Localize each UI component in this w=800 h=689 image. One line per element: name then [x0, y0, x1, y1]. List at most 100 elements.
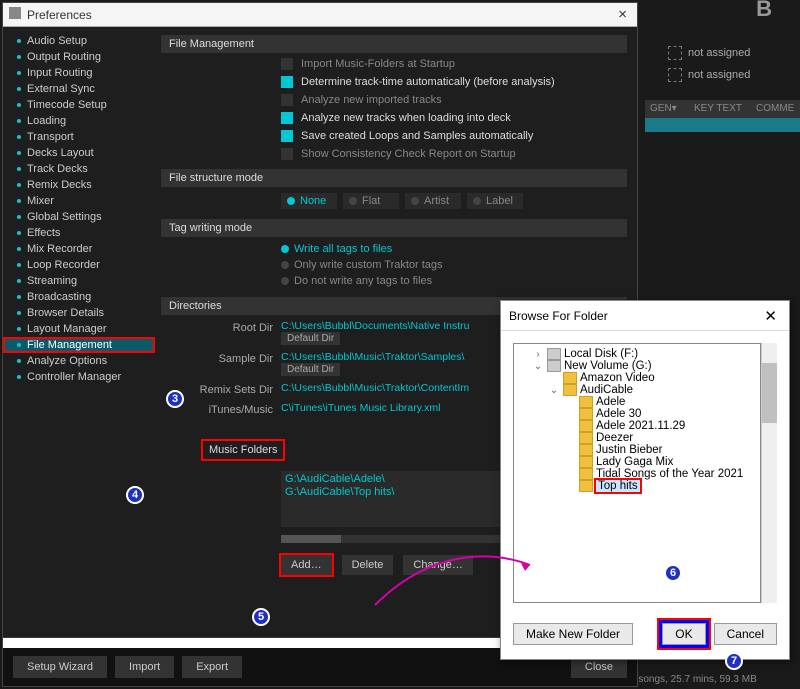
assign-slot-2-box[interactable]	[668, 68, 682, 82]
sample-dir-label: Sample Dir	[161, 351, 273, 365]
tree-item-amazon-video[interactable]: Amazon Video	[516, 372, 758, 384]
sidebar-item-track-decks[interactable]: Track Decks	[3, 161, 155, 177]
sidebar-item-global-settings[interactable]: Global Settings	[3, 209, 155, 225]
tree-item-local-disk-f[interactable]: ›Local Disk (F:)	[516, 348, 758, 360]
tree-item-adele-2021[interactable]: Adele 2021.11.29	[516, 420, 758, 432]
sidebar-item-audio-setup[interactable]: Audio Setup	[3, 33, 155, 49]
sidebar-item-decks-layout[interactable]: Decks Layout	[3, 145, 155, 161]
browse-titlebar[interactable]: Browse For Folder ✕	[501, 301, 789, 331]
sidebar-item-loop-recorder[interactable]: Loop Recorder	[3, 257, 155, 273]
folder-icon	[579, 468, 593, 480]
section-file-structure-mode: File structure mode	[161, 169, 627, 187]
chevron-right-icon[interactable]: ›	[532, 349, 544, 360]
fsm-label[interactable]: Label	[467, 193, 523, 209]
deck-letter-b: B	[756, 0, 772, 22]
check-consistency-report[interactable]: Show Consistency Check Report on Startup	[161, 147, 627, 161]
folder-icon	[579, 456, 593, 468]
callout-6: 6	[664, 564, 682, 582]
callout-4: 4	[126, 486, 144, 504]
twm-custom[interactable]: Only write custom Traktor tags	[281, 257, 627, 273]
prefs-titlebar[interactable]: Preferences ×	[3, 3, 637, 27]
sidebar-item-loading[interactable]: Loading	[3, 113, 155, 129]
folder-icon	[563, 384, 577, 396]
assign-slot-1-box[interactable]	[668, 46, 682, 60]
export-button[interactable]: Export	[182, 656, 242, 678]
drive-icon	[547, 348, 561, 360]
check-save-loops[interactable]: Save created Loops and Samples automatic…	[161, 129, 627, 143]
browse-for-folder-dialog: Browse For Folder ✕ ›Local Disk (F:) ⌄Ne…	[500, 300, 790, 660]
sidebar-item-layout-manager[interactable]: Layout Manager	[3, 321, 155, 337]
tree-scrollbar[interactable]	[761, 343, 777, 603]
delete-folder-button[interactable]: Delete	[342, 555, 394, 575]
browser-selected-row[interactable]	[645, 118, 800, 132]
assign-slot-2-label: not assigned	[688, 69, 750, 81]
sidebar-item-timecode-setup[interactable]: Timecode Setup	[3, 97, 155, 113]
sidebar-item-output-routing[interactable]: Output Routing	[3, 49, 155, 65]
chevron-down-icon[interactable]: ⌄	[532, 361, 544, 372]
close-icon[interactable]: ×	[614, 6, 631, 23]
tree-item-new-volume-g[interactable]: ⌄New Volume (G:)	[516, 360, 758, 372]
twm-none[interactable]: Do not write any tags to files	[281, 273, 627, 289]
folder-icon	[579, 480, 593, 492]
sidebar-item-remix-decks[interactable]: Remix Decks	[3, 177, 155, 193]
check-analyze-imported[interactable]: Analyze new imported tracks	[161, 93, 627, 107]
section-music-folders: Music Folders	[201, 439, 285, 461]
callout-3: 3	[166, 390, 184, 408]
sidebar-item-streaming[interactable]: Streaming	[3, 273, 155, 289]
close-icon[interactable]: ✕	[760, 307, 781, 325]
check-analyze-on-load[interactable]: Analyze new tracks when loading into dec…	[161, 111, 627, 125]
tree-item-top-hits[interactable]: Top hits	[516, 480, 758, 492]
callout-7: 7	[725, 652, 743, 670]
prefs-title: Preferences	[27, 8, 92, 22]
tree-item-deezer[interactable]: Deezer	[516, 432, 758, 444]
sidebar-item-broadcasting[interactable]: Broadcasting	[3, 289, 155, 305]
tree-item-tidal-songs[interactable]: Tidal Songs of the Year 2021	[516, 468, 758, 480]
chevron-down-icon[interactable]: ⌄	[548, 385, 560, 396]
folder-icon	[579, 396, 593, 408]
app-icon	[9, 7, 21, 19]
root-dir-label: Root Dir	[161, 320, 273, 334]
check-determine-track-time[interactable]: Determine track-time automatically (befo…	[161, 75, 627, 89]
tag-writing-mode-options: Write all tags to files Only write custo…	[161, 241, 627, 289]
twm-all[interactable]: Write all tags to files	[281, 241, 627, 257]
drive-icon	[547, 360, 561, 372]
setup-wizard-button[interactable]: Setup Wizard	[13, 656, 107, 678]
assign-slot-1-label: not assigned	[688, 47, 750, 59]
folder-icon	[579, 408, 593, 420]
change-folder-button[interactable]: Change…	[403, 555, 473, 575]
sidebar-item-transport[interactable]: Transport	[3, 129, 155, 145]
root-dir-default-button[interactable]: Default Dir	[281, 332, 340, 345]
check-import-startup[interactable]: Import Music-Folders at Startup	[161, 57, 627, 71]
tree-item-adele-30[interactable]: Adele 30	[516, 408, 758, 420]
sidebar-item-input-routing[interactable]: Input Routing	[3, 65, 155, 81]
sidebar-item-browser-details[interactable]: Browser Details	[3, 305, 155, 321]
cancel-button[interactable]: Cancel	[714, 623, 777, 645]
sample-dir-default-button[interactable]: Default Dir	[281, 363, 340, 376]
browser-status-text: 6 songs, 25.7 mins, 59.3 MB	[630, 674, 757, 685]
tree-item-lady-gaga-mix[interactable]: Lady Gaga Mix	[516, 456, 758, 468]
fsm-flat[interactable]: Flat	[343, 193, 399, 209]
section-file-management: File Management	[161, 35, 627, 53]
make-new-folder-button[interactable]: Make New Folder	[513, 623, 633, 645]
fsm-artist[interactable]: Artist	[405, 193, 461, 209]
folder-tree[interactable]: ›Local Disk (F:) ⌄New Volume (G:) Amazon…	[513, 343, 761, 603]
sidebar-item-external-sync[interactable]: External Sync	[3, 81, 155, 97]
callout-5: 5	[252, 608, 270, 626]
import-button[interactable]: Import	[115, 656, 174, 678]
sidebar-item-mix-recorder[interactable]: Mix Recorder	[3, 241, 155, 257]
browse-title: Browse For Folder	[509, 309, 608, 323]
sidebar-item-controller-manager[interactable]: Controller Manager	[3, 369, 155, 385]
ok-button[interactable]: OK	[662, 623, 705, 645]
tree-item-audicable[interactable]: ⌄AudiCable	[516, 384, 758, 396]
sidebar-item-file-management[interactable]: File Management	[3, 337, 155, 353]
sidebar-item-analyze-options[interactable]: Analyze Options	[3, 353, 155, 369]
sidebar-item-mixer[interactable]: Mixer	[3, 193, 155, 209]
add-folder-button[interactable]: Add…	[281, 555, 332, 575]
tree-item-justin-bieber[interactable]: Justin Bieber	[516, 444, 758, 456]
folder-icon	[579, 444, 593, 456]
tree-item-adele[interactable]: Adele	[516, 396, 758, 408]
sidebar-item-effects[interactable]: Effects	[3, 225, 155, 241]
file-structure-mode-options: None Flat Artist Label	[161, 191, 627, 211]
fsm-none[interactable]: None	[281, 193, 337, 209]
folder-icon	[579, 432, 593, 444]
